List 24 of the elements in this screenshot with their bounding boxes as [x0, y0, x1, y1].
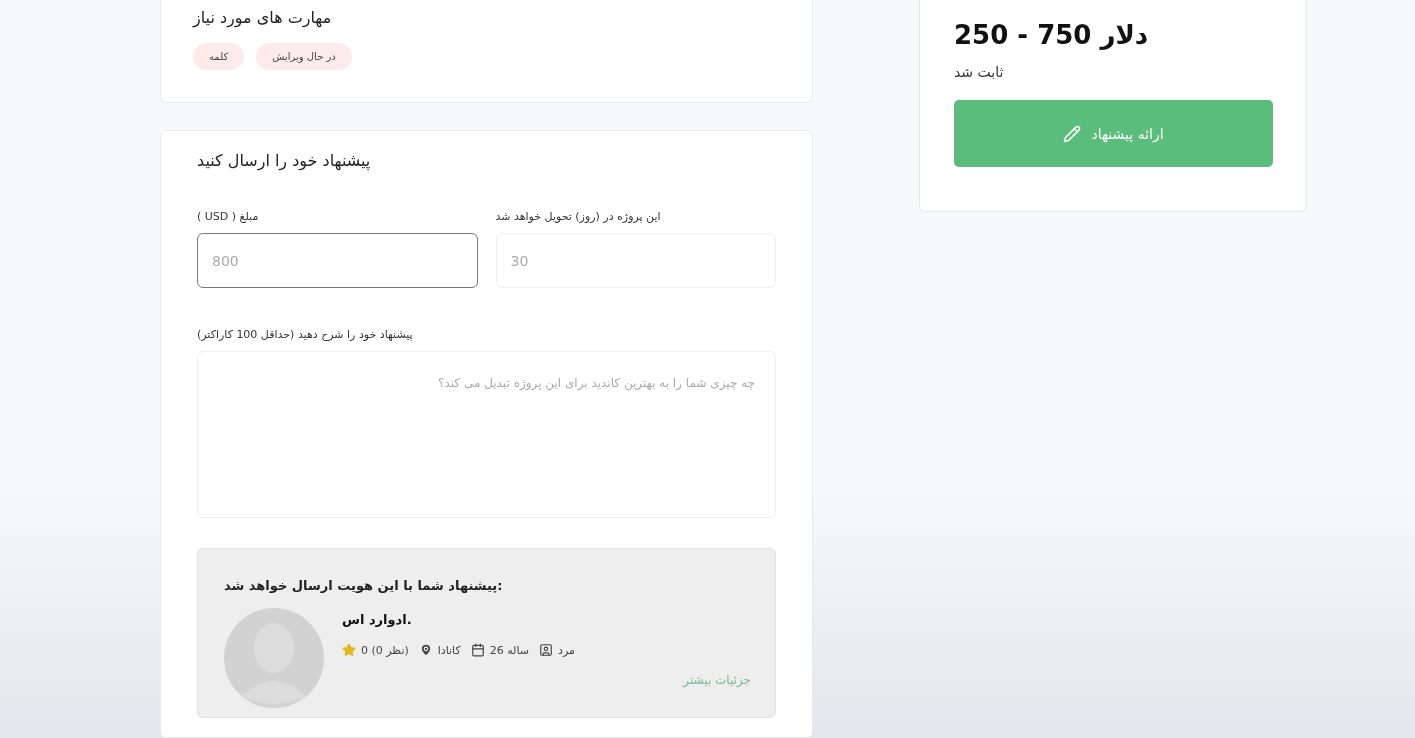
- profile-detail: 26 ساله: [489, 643, 530, 657]
- profile-detail: مرد: [558, 643, 575, 657]
- offer-title: پیشنهاد خود را ارسال کنید: [197, 151, 372, 170]
- description-field[interactable]: چه چیزی شما را به بهترین کاندید برای این پروژه تبدیل می کند؟: [197, 351, 776, 518]
- submit-offer-button[interactable]: ارائه پیشنهاد: [954, 100, 1273, 167]
- profile-detail: 0 (0 نظر): [361, 643, 409, 657]
- calendar-icon: [470, 643, 485, 657]
- input-field[interactable]: 800: [197, 233, 478, 288]
- profile-detail: کانادا: [437, 643, 461, 657]
- more-details-link[interactable]: جزئیات بیشتر: [683, 673, 751, 687]
- skill-tag: کلمه: [193, 43, 245, 70]
- pencil-icon: [1063, 124, 1082, 143]
- field-label: پیشنهاد خود را شرح دهید (حداقل 100 کاراکتر): [197, 328, 414, 341]
- user-icon: [539, 643, 554, 657]
- skills-title: مهارت های مورد نیاز: [193, 8, 333, 27]
- price-type: ثابت شد: [954, 64, 1005, 80]
- price-range: 250 - 750 دلار: [954, 20, 1150, 50]
- field-label: این پروژه در (روز) تحویل خواهد شد: [495, 210, 662, 223]
- user-name: ادوارد اس.: [342, 612, 413, 627]
- skill-tag: در حال ویرایش: [256, 43, 352, 70]
- location-pin-icon: [418, 643, 433, 657]
- star-icon: [342, 643, 356, 657]
- identity-heading: پیشنهاد شما با این هویت ارسال خواهد شد:: [224, 578, 503, 593]
- field-label: ( USD ) مبلغ: [197, 210, 260, 223]
